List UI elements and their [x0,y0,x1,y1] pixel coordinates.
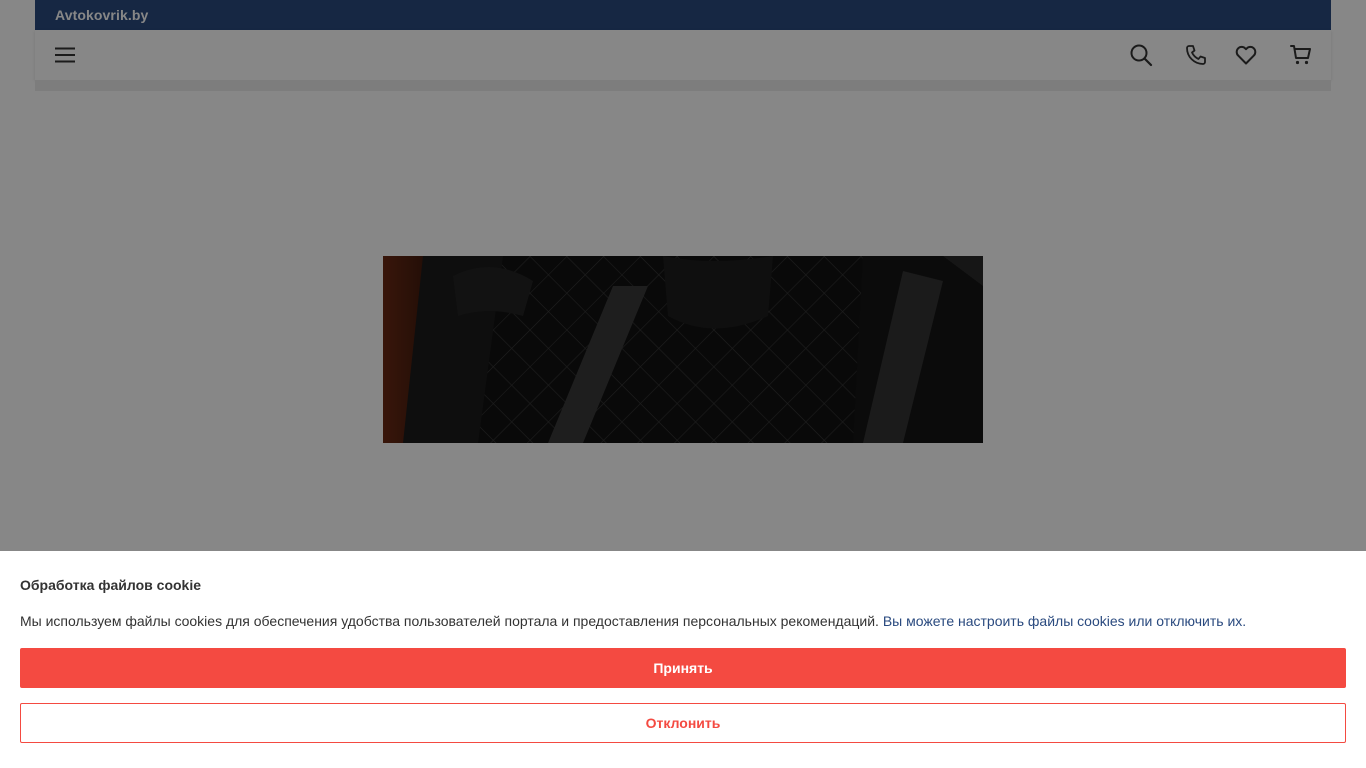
cookie-text: Мы используем файлы cookies для обеспече… [20,613,879,629]
accept-button[interactable]: Принять [20,648,1346,688]
decline-button[interactable]: Отклонить [20,703,1346,743]
cookie-settings-link[interactable]: Вы можете настроить файлы cookies или от… [883,613,1246,629]
cookie-title: Обработка файлов cookie [20,577,202,593]
cookie-description: Мы используем файлы cookies для обеспече… [20,613,1246,629]
cookie-consent-panel: Обработка файлов cookie Мы используем фа… [0,551,1366,768]
